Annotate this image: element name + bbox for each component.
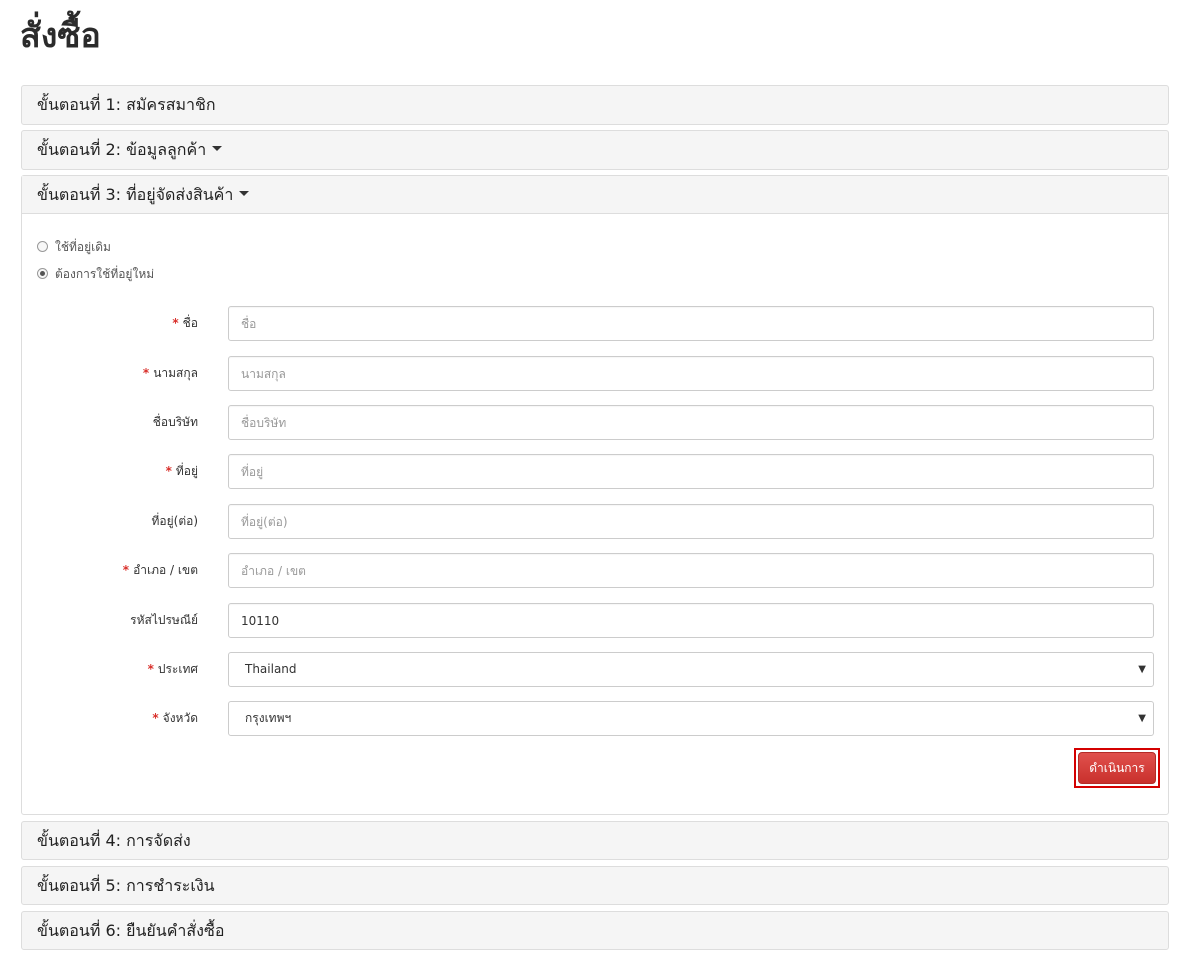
step-5-header[interactable]: ขั้นตอนที่ 5: การชำระเงิน [22, 867, 1168, 905]
zone-select[interactable]: กรุงเทพฯ ▼ [228, 701, 1154, 736]
shipping-address-form: ใช้ที่อยู่เดิม ต้องการใช้ที่อยู่ใหม่ * ชื… [22, 214, 1168, 814]
address1-label: * ที่อยู่ [166, 454, 198, 489]
radio-icon[interactable] [37, 241, 48, 252]
country-selected-value: Thailand [245, 662, 297, 676]
step-1-panel: ขั้นตอนที่ 1: สมัครสมาชิก [21, 85, 1169, 125]
step-1-header[interactable]: ขั้นตอนที่ 1: สมัครสมาชิก [22, 86, 1168, 124]
row-company: ชื่อบริษัท [22, 405, 1168, 440]
address1-input[interactable] [228, 454, 1154, 489]
step-3-panel: ขั้นตอนที่ 3: ที่อยู่จัดส่งสินค้า ใช้ที่… [21, 175, 1169, 815]
radio-existing-address-label: ใช้ที่อยู่เดิม [55, 240, 111, 254]
step-3-title: ขั้นตอนที่ 3: ที่อยู่จัดส่งสินค้า [37, 185, 234, 204]
step-1-title: ขั้นตอนที่ 1: สมัครสมาชิก [37, 95, 216, 114]
caret-down-icon [212, 146, 223, 151]
lastname-label: * นามสกุล [143, 356, 198, 391]
radio-existing-address[interactable]: ใช้ที่อยู่เดิม [37, 238, 111, 256]
address2-label-text: ที่อยู่(ต่อ) [151, 514, 198, 528]
required-mark: * [142, 366, 150, 380]
firstname-label-text: ชื่อ [182, 316, 198, 330]
required-mark: * [152, 711, 159, 725]
radio-checked-icon[interactable] [37, 268, 48, 279]
address2-input[interactable] [228, 504, 1154, 539]
step-2-header[interactable]: ขั้นตอนที่ 2: ข้อมูลลูกค้า [22, 131, 1168, 169]
row-firstname: * ชื่อ [22, 306, 1168, 341]
row-lastname: * นามสกุล [22, 356, 1168, 391]
city-input[interactable] [228, 553, 1154, 588]
zone-selected-value: กรุงเทพฯ [245, 711, 292, 725]
row-city: * อำเภอ / เขต [22, 553, 1168, 588]
postcode-label-text: รหัสไปรษณีย์ [130, 613, 198, 627]
required-mark: * [147, 662, 154, 676]
step-2-title: ขั้นตอนที่ 2: ข้อมูลลูกค้า [37, 140, 207, 159]
step-6-header[interactable]: ขั้นตอนที่ 6: ยืนยันคำสั่งซื้อ [22, 912, 1168, 950]
proceed-highlight-box: ดำเนินการ [1074, 748, 1160, 788]
city-label: * อำเภอ / เขต [123, 553, 198, 588]
company-label-text: ชื่อบริษัท [152, 415, 198, 429]
zone-label-text: จังหวัด [162, 711, 198, 725]
radio-new-address[interactable]: ต้องการใช้ที่อยู่ใหม่ [37, 265, 154, 283]
step-6-title: ขั้นตอนที่ 6: ยืนยันคำสั่งซื้อ [37, 921, 225, 940]
row-country: * ประเทศ Thailand ▼ [22, 652, 1168, 687]
firstname-input[interactable] [228, 306, 1154, 341]
step-5-panel: ขั้นตอนที่ 5: การชำระเงิน [21, 866, 1169, 905]
row-zone: * จังหวัด กรุงเทพฯ ▼ [22, 701, 1168, 736]
lastname-input[interactable] [228, 356, 1154, 391]
company-input[interactable] [228, 405, 1154, 440]
country-label: * ประเทศ [148, 652, 198, 687]
required-mark: * [165, 464, 172, 478]
city-label-text: อำเภอ / เขต [133, 563, 198, 577]
radio-new-address-label: ต้องการใช้ที่อยู่ใหม่ [55, 267, 155, 281]
address1-label-text: ที่อยู่ [175, 464, 198, 478]
country-label-text: ประเทศ [157, 662, 198, 676]
country-select[interactable]: Thailand ▼ [228, 652, 1154, 687]
company-label: ชื่อบริษัท [153, 405, 198, 440]
row-postcode: รหัสไปรษณีย์ [22, 603, 1168, 638]
firstname-label: * ชื่อ [172, 306, 198, 341]
step-4-header[interactable]: ขั้นตอนที่ 4: การจัดส่ง [22, 822, 1168, 860]
postcode-input[interactable] [228, 603, 1154, 638]
dropdown-arrow-icon: ▼ [1138, 664, 1146, 675]
required-mark: * [122, 563, 130, 577]
step-3-header[interactable]: ขั้นตอนที่ 3: ที่อยู่จัดส่งสินค้า [22, 176, 1168, 214]
lastname-label-text: นามสกุล [153, 366, 198, 380]
proceed-button[interactable]: ดำเนินการ [1078, 752, 1156, 784]
step-4-panel: ขั้นตอนที่ 4: การจัดส่ง [21, 821, 1169, 860]
step-5-title: ขั้นตอนที่ 5: การชำระเงิน [37, 876, 215, 895]
caret-down-icon [239, 191, 250, 196]
required-mark: * [172, 316, 179, 330]
row-address2: ที่อยู่(ต่อ) [22, 504, 1168, 539]
dropdown-arrow-icon: ▼ [1138, 713, 1146, 724]
step-6-panel: ขั้นตอนที่ 6: ยืนยันคำสั่งซื้อ [21, 911, 1169, 950]
page-title: สั่งซื้อ [20, 16, 101, 56]
zone-label: * จังหวัด [152, 701, 198, 736]
address2-label: ที่อยู่(ต่อ) [151, 504, 198, 539]
step-4-title: ขั้นตอนที่ 4: การจัดส่ง [37, 831, 191, 850]
step-2-panel: ขั้นตอนที่ 2: ข้อมูลลูกค้า [21, 130, 1169, 170]
row-address1: * ที่อยู่ [22, 454, 1168, 489]
postcode-label: รหัสไปรษณีย์ [130, 603, 198, 638]
